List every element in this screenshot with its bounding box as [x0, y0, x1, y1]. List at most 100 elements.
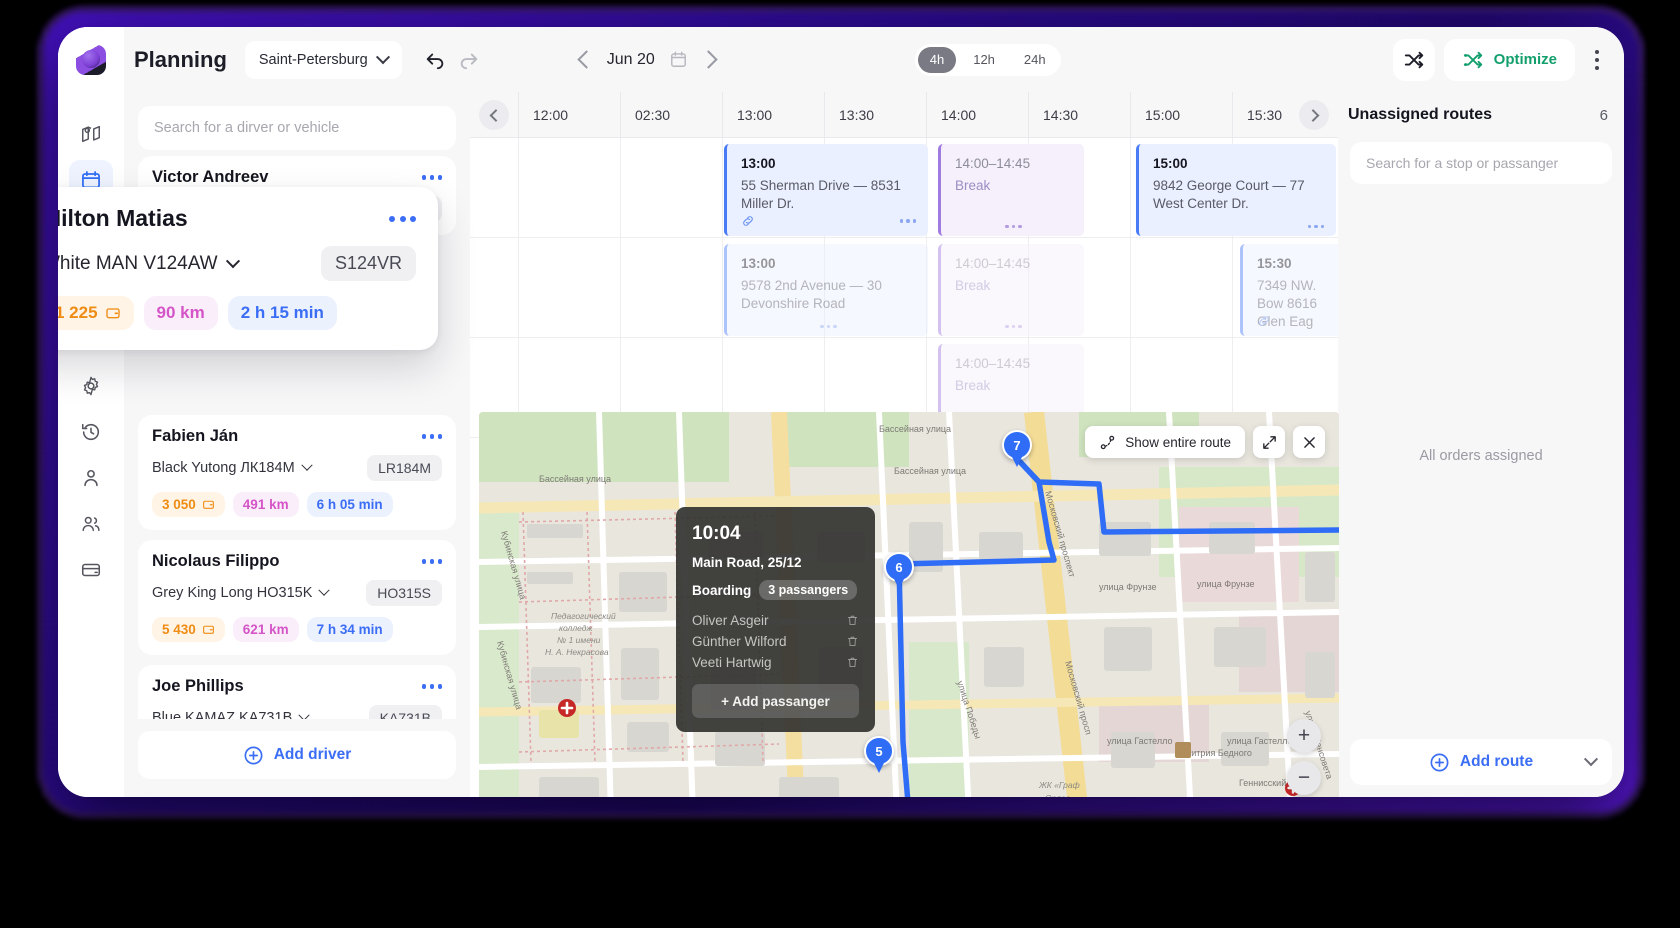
driver-name: Victor Andreev — [152, 168, 269, 186]
next-day-button[interactable] — [699, 50, 718, 69]
app-logo[interactable] — [58, 27, 124, 92]
timeline-event[interactable]: 13:00 9578 2nd Avenue — 30 Devonshire Ro… — [724, 244, 928, 336]
range-24h[interactable]: 24h — [1012, 47, 1058, 73]
top-bar-actions: Optimize — [1392, 38, 1624, 81]
vehicle-selector[interactable]: Grey King Long HO315K — [152, 584, 331, 601]
trash-icon[interactable] — [846, 656, 859, 669]
timeline-event[interactable]: 13:00 55 Sherman Drive — 8531 Miller Dr. — [724, 144, 928, 236]
timeline-scroll-right[interactable] — [1299, 100, 1329, 130]
show-entire-route-button[interactable]: Show entire route — [1085, 426, 1245, 458]
person-icon — [84, 469, 98, 487]
event-options-button[interactable] — [899, 219, 916, 223]
driver-card-nicolaus[interactable]: Nicolaus Filippo Grey King Long HO315K H… — [138, 540, 456, 655]
range-4h[interactable]: 4h — [917, 46, 957, 73]
shuffle-button[interactable] — [1392, 38, 1435, 81]
zoom-in-button[interactable]: + — [1287, 719, 1321, 753]
event-address: 9842 George Court — 77 West Center Dr. — [1153, 178, 1305, 212]
pin-tip — [1011, 455, 1023, 467]
chevron-down-icon — [300, 459, 313, 471]
unassigned-empty-state: All orders assigned — [1419, 447, 1543, 464]
driver-options-button[interactable] — [421, 684, 442, 689]
duration-badge: 7 h 34 min — [306, 617, 393, 642]
timeline-event[interactable]: 14:00–14:45 Break — [938, 144, 1084, 236]
sidebar-item-profile[interactable] — [69, 458, 113, 498]
timeline-event[interactable]: 15:30 7349 NW. Bow 8616 Glen Eag — [1240, 244, 1350, 336]
stop-search-input[interactable] — [1366, 155, 1596, 171]
driver-name: Milton Matias — [58, 205, 188, 231]
link-icon[interactable] — [741, 214, 755, 228]
sidebar-item-settings[interactable] — [69, 366, 113, 406]
vehicle-selector[interactable]: White MAN V124AW — [58, 253, 240, 275]
driver-options-button[interactable] — [421, 434, 442, 439]
prev-day-button[interactable] — [577, 50, 596, 69]
expand-map-button[interactable] — [1253, 426, 1285, 458]
add-route-button[interactable]: Add route — [1350, 739, 1612, 785]
zoom-out-button[interactable]: − — [1287, 761, 1321, 795]
event-options-button[interactable] — [1005, 224, 1022, 228]
time-column-header: 14:30 — [1028, 92, 1130, 137]
undo-icon[interactable] — [424, 49, 446, 71]
trash-icon[interactable] — [846, 614, 859, 627]
redo-icon[interactable] — [458, 49, 480, 71]
driver-options-button[interactable] — [389, 215, 416, 222]
calendar-icon[interactable] — [669, 50, 688, 69]
driver-options-button[interactable] — [421, 559, 442, 564]
range-12h[interactable]: 12h — [961, 47, 1007, 73]
driver-metrics: 1 225 90 km 2 h 15 min — [58, 296, 416, 330]
event-options-button[interactable] — [1005, 324, 1022, 328]
chevron-down-icon[interactable] — [1583, 752, 1599, 767]
chevron-down-icon — [298, 709, 310, 719]
passenger-row: Veeti Hartwig — [692, 652, 859, 673]
driver-card-fabien[interactable]: Fabien Ján Black Yutong ЛК184M LR184M 3 … — [138, 415, 456, 530]
vehicle-plate: S124VR — [320, 246, 416, 281]
sidebar-item-history[interactable] — [69, 412, 113, 452]
optimize-button[interactable]: Optimize — [1443, 38, 1575, 81]
driver-card-vehicle-row: Blue KAMAZ KA731B KA731B — [152, 705, 442, 719]
map-overlay[interactable]: Бассейная улица Бассейная улица Бассейна… — [479, 412, 1339, 797]
sidebar-item-passengers[interactable] — [69, 504, 113, 544]
passenger-count-badge: 3 passangers — [759, 580, 858, 600]
vehicle-selector[interactable]: Black Yutong ЛК184M — [152, 459, 313, 476]
driver-detail-card[interactable]: Milton Matias White MAN V124AW S124VR 1 … — [58, 187, 438, 350]
driver-card-header: Victor Andreev — [152, 168, 442, 187]
event-options-button[interactable] — [820, 324, 837, 328]
vehicle-selector[interactable]: Blue KAMAZ KA731B — [152, 709, 310, 719]
trash-icon[interactable] — [846, 635, 859, 648]
close-map-button[interactable] — [1293, 426, 1325, 458]
driver-options-button[interactable] — [421, 175, 442, 180]
map-pin-7[interactable]: 7 — [1002, 430, 1032, 470]
city-selector[interactable]: Saint-Petersburg — [244, 40, 402, 79]
map-pin-6[interactable]: 6 — [884, 552, 914, 592]
driver-card-joe[interactable]: Joe Phillips Blue KAMAZ KA731B KA731B 34… — [138, 665, 456, 719]
timeline-event[interactable]: 14:00–14:45 Break — [938, 244, 1084, 336]
driver-card-vehicle-row: Black Yutong ЛК184M LR184M — [152, 455, 442, 481]
driver-search-box[interactable] — [138, 106, 456, 150]
sidebar-item-map[interactable] — [69, 114, 113, 154]
map-pin-5[interactable]: 5 — [864, 736, 894, 776]
unassigned-footer: Add route — [1338, 727, 1624, 797]
timeline-scroll-left[interactable] — [479, 100, 509, 130]
cost-value: 1 225 — [58, 303, 98, 322]
add-driver-button[interactable]: Add driver — [138, 731, 456, 779]
unassigned-search-box[interactable] — [1350, 142, 1612, 184]
more-options-button[interactable] — [1584, 49, 1610, 70]
undo-redo-group — [424, 49, 480, 71]
cost-badge: 3 050 — [152, 492, 225, 517]
add-passenger-button[interactable]: + Add passanger — [692, 684, 859, 718]
detail-card-vehicle-row: White MAN V124AW S124VR — [58, 246, 416, 281]
event-time: 13:00 — [741, 156, 776, 171]
event-footer — [741, 214, 916, 228]
sidebar-item-billing[interactable] — [69, 550, 113, 590]
chevron-down-icon — [318, 584, 331, 596]
wallet-icon — [202, 625, 214, 634]
chevron-down-icon — [225, 253, 240, 268]
plus-circle-icon — [1430, 753, 1449, 771]
timeline-event[interactable]: 15:00 9842 George Court — 77 West Center… — [1136, 144, 1336, 236]
vehicle-label: Blue KAMAZ KA731B — [152, 710, 293, 719]
stop-detail-popup[interactable]: 10:04 Main Road, 25/12 Boarding 3 passan… — [676, 507, 875, 732]
event-footer — [741, 324, 916, 328]
search-input[interactable] — [154, 120, 440, 136]
event-options-button[interactable] — [1307, 224, 1324, 228]
link-icon[interactable] — [1257, 314, 1271, 328]
event-footer — [955, 224, 1072, 228]
